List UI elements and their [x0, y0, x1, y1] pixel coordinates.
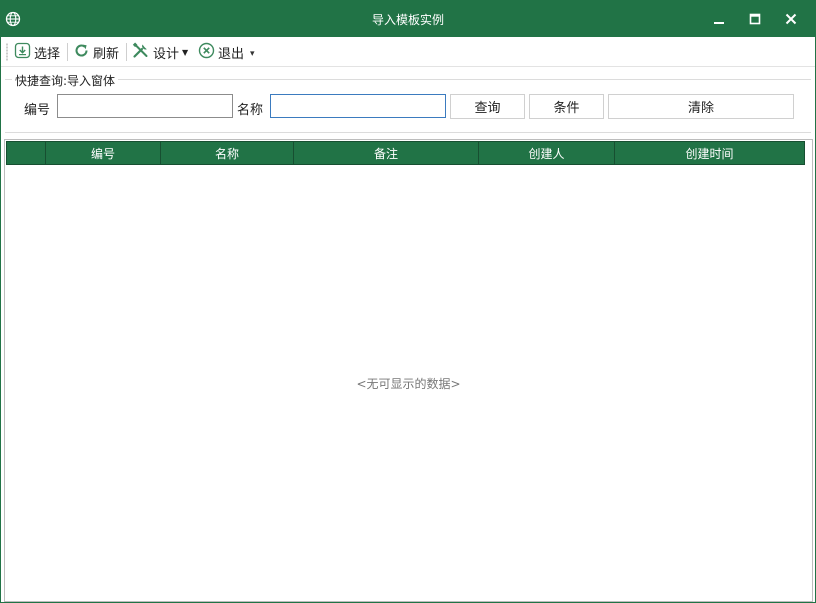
chevron-down-icon: ▼ [182, 48, 189, 57]
close-icon [785, 13, 797, 25]
column-header-created-time[interactable]: 创建时间 [615, 142, 804, 164]
toolbar-separator [67, 43, 68, 61]
data-grid[interactable]: 编号 名称 备注 创建人 创建时间 <无可显示的数据> [4, 139, 813, 602]
exit-label: 退出 [218, 46, 245, 62]
toolbar-grip[interactable] [6, 43, 8, 61]
column-header-remark[interactable]: 备注 [294, 142, 479, 164]
condition-button[interactable]: 条件 [529, 94, 604, 119]
quick-search-legend: 快捷查询:导入窗体 [12, 72, 119, 89]
clear-button[interactable]: 清除 [608, 94, 794, 119]
query-button[interactable]: 查询 [450, 94, 525, 119]
name-input[interactable] [270, 94, 446, 118]
code-label: 编号 [24, 103, 51, 118]
toolbar-overflow-icon[interactable]: ▾ [250, 49, 255, 59]
select-label: 选择 [34, 46, 61, 62]
close-button[interactable] [773, 1, 809, 37]
grid-header: 编号 名称 备注 创建人 创建时间 [6, 141, 805, 165]
download-icon [14, 42, 34, 63]
refresh-label: 刷新 [93, 46, 120, 62]
maximize-icon [749, 13, 761, 25]
toolbar: 选择 刷新 设计 ▼ 退出 ▾ [1, 37, 815, 67]
code-input[interactable] [57, 94, 233, 118]
empty-grid-message: <无可显示的数据> [356, 377, 461, 391]
title-bar[interactable]: 导入模板实例 [1, 1, 815, 37]
toolbar-separator [126, 43, 127, 61]
maximize-button[interactable] [737, 1, 773, 37]
column-header-indicator[interactable] [7, 142, 46, 164]
exit-button[interactable]: 退出 [198, 41, 244, 63]
column-header-creator[interactable]: 创建人 [479, 142, 615, 164]
column-header-name[interactable]: 名称 [161, 142, 294, 164]
refresh-button[interactable]: 刷新 [73, 41, 119, 63]
window-title: 导入模板实例 [371, 13, 444, 27]
refresh-icon [73, 42, 93, 63]
close-circle-icon [198, 42, 218, 63]
name-label: 名称 [237, 103, 264, 118]
tools-icon [132, 42, 153, 63]
select-button[interactable]: 选择 [14, 41, 60, 63]
minimize-button[interactable] [701, 1, 737, 37]
design-dropdown[interactable]: 设计 ▼ [132, 41, 188, 63]
design-label: 设计 [153, 46, 180, 62]
app-window: 导入模板实例 选择 刷新 设计 ▼ 退出 ▾ 快捷查询:导入窗体 编号 名称 查… [0, 0, 816, 603]
column-header-code[interactable]: 编号 [46, 142, 161, 164]
minimize-icon [713, 13, 725, 25]
